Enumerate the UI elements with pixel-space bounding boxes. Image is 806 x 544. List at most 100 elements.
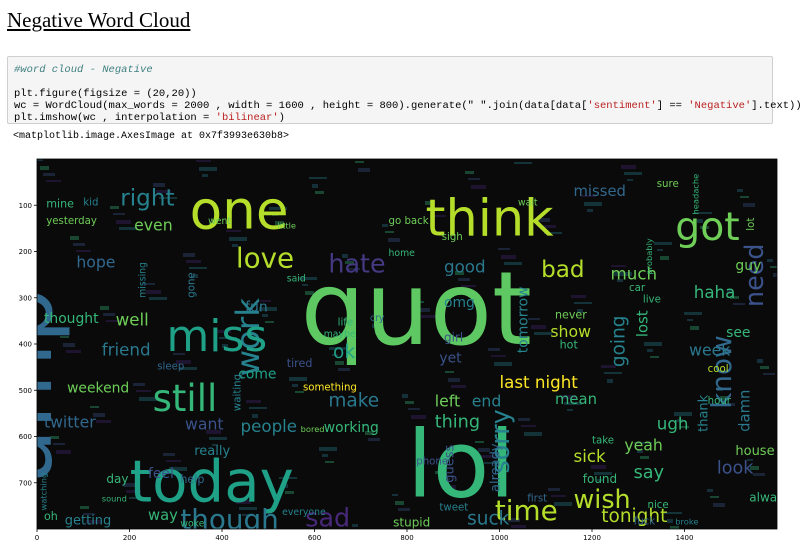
filler-speck	[644, 342, 662, 346]
filler-speck	[757, 359, 763, 363]
cloud-word: hot	[560, 339, 579, 352]
filler-speck	[202, 174, 208, 177]
cloud-word: sigh	[442, 232, 463, 243]
cloud-word: broke	[675, 516, 698, 526]
cloud-word: day	[106, 472, 128, 486]
filler-speck	[654, 242, 672, 245]
cloud-word: something	[303, 382, 357, 393]
filler-speck	[753, 473, 765, 476]
cloud-word: sure	[657, 179, 679, 190]
cloud-word: take	[592, 435, 614, 446]
cloud-word: suck	[467, 508, 510, 529]
filler-speck	[402, 394, 408, 398]
cloud-word: really	[194, 444, 230, 459]
x-tick-label: 800	[400, 534, 413, 542]
filler-speck	[199, 167, 217, 171]
cloud-word: bored	[301, 424, 325, 434]
cloud-word: twitter	[44, 412, 96, 431]
code-line: plt.figure(figsize = (20,20))	[14, 88, 772, 100]
y-tick-label: 700	[19, 479, 32, 487]
filler-speck	[325, 461, 334, 463]
filler-speck	[322, 454, 328, 457]
filler-speck	[76, 250, 91, 252]
filler-speck	[40, 166, 49, 170]
filler-speck	[627, 179, 633, 181]
filler-speck	[707, 489, 713, 492]
cloud-word: waiting	[233, 374, 244, 411]
filler-speck	[743, 203, 755, 207]
x-tick-label: 400	[215, 534, 228, 542]
cloud-word: went	[208, 216, 231, 227]
cloud-word: want	[185, 415, 224, 434]
filler-speck	[567, 409, 573, 411]
filler-speck	[149, 297, 167, 300]
filler-speck	[770, 266, 777, 268]
filler-speck	[368, 438, 380, 441]
cloud-word: say	[634, 463, 664, 483]
filler-speck	[309, 177, 327, 179]
cloud-word: cool	[708, 364, 729, 375]
code-text: wc = WordCloud(max_words = 2000 , width …	[14, 100, 588, 112]
cloud-word: oh	[44, 510, 58, 523]
y-tick-label: 600	[19, 433, 32, 441]
cloud-word: week	[689, 341, 731, 360]
cloud-word: already	[489, 443, 504, 492]
cloud-word: see	[726, 325, 750, 341]
cloud-word: tired	[287, 357, 313, 370]
cloud-word: yesterday	[46, 216, 97, 227]
code-string: 'sentiment'	[587, 100, 657, 112]
y-tick-label: 200	[19, 248, 32, 256]
cloud-word: sick	[574, 446, 607, 466]
filler-speck	[548, 488, 560, 491]
filler-speck	[468, 178, 480, 180]
cloud-word: sound	[102, 493, 127, 503]
filler-speck	[657, 249, 663, 251]
cloud-word: even	[134, 216, 173, 235]
cloud-word: fun	[245, 300, 268, 316]
y-tick-label: 300	[19, 294, 32, 302]
filler-speck	[624, 172, 642, 175]
filler-speck	[385, 231, 394, 233]
cloud-word: good	[444, 256, 486, 276]
filler-speck	[113, 213, 125, 215]
code-text: ].text))	[751, 100, 802, 112]
cloud-word: cry	[370, 313, 385, 324]
cloud-word: lot	[746, 218, 757, 231]
x-tick-label: 1000	[491, 534, 509, 542]
filler-speck	[534, 332, 552, 335]
filler-speck	[521, 425, 536, 427]
cloud-word: home	[389, 248, 416, 259]
x-tick-label: 600	[308, 534, 321, 542]
filler-speck	[621, 165, 636, 169]
code-line: #word cloud - Negative	[14, 64, 772, 76]
filler-speck	[667, 519, 673, 523]
filler-speck	[518, 418, 530, 421]
filler-speck	[289, 377, 307, 381]
cloud-word: mean	[555, 391, 597, 408]
filler-speck	[312, 184, 318, 188]
cloud-word: thought	[44, 311, 99, 327]
cloud-word: watching	[38, 473, 48, 511]
filler-speck	[531, 325, 546, 329]
filler-speck	[670, 526, 679, 529]
filler-speck	[647, 349, 653, 352]
cloud-word: miss	[167, 311, 268, 362]
cloud-word: fuck	[634, 516, 656, 527]
code-cell[interactable]: #word cloud - Negative plt.figure(figsize…	[7, 56, 802, 124]
filler-speck	[133, 383, 145, 386]
filler-speck	[524, 432, 542, 436]
code-comment: #word cloud - Negative	[14, 64, 153, 76]
cloud-word: friend	[102, 340, 151, 360]
cloud-word: car	[629, 283, 646, 294]
filler-speck	[604, 372, 622, 374]
filler-speck	[116, 220, 131, 224]
cloud-word: come	[238, 367, 276, 383]
x-tick-label: 200	[123, 534, 136, 542]
code-line: plt.imshow(wc , interpolation = 'bilinea…	[14, 112, 772, 124]
filler-speck	[584, 202, 602, 206]
cloud-word: end	[472, 391, 502, 410]
filler-speck	[46, 180, 61, 182]
cloud-word: tomorrow	[515, 287, 531, 354]
code-text: plt.imshow(wc , interpolation =	[14, 112, 216, 124]
code-line: wc = WordCloud(max_words = 2000 , width …	[14, 100, 802, 112]
